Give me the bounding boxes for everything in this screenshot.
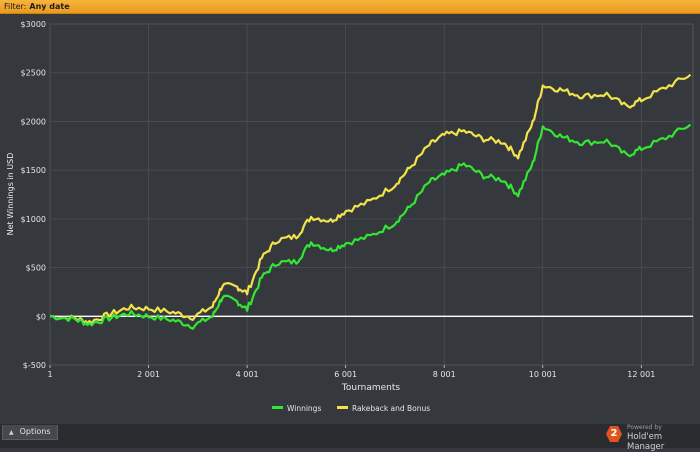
powered-by-text: Powered by [627,424,662,431]
hem-badge-icon: 2 [606,426,622,442]
triangle-up-icon: ▲ [9,429,14,436]
options-label: Options [19,427,51,436]
y-tick-label: $2000 [21,117,46,126]
x-tick-label: 10 001 [529,370,557,379]
y-tick-label: $3000 [21,20,46,29]
filter-label: Filter: [4,2,27,11]
x-tick-label: 12 001 [627,370,655,379]
legend-swatch [337,406,348,409]
brand-name: Hold'em Manager [627,432,665,452]
series-line-winnings [50,123,692,330]
x-axis-label: Tournaments [341,383,400,393]
x-tick-label: 8 001 [433,370,456,379]
holdem-manager-logo: 2 Powered by Hold'em Manager [606,424,698,452]
net-winnings-chart: $-500$0$500$1000$1500$2000$2500$3000 12 … [6,20,694,413]
filter-bar[interactable]: Filter: Any date [0,0,700,14]
x-tick-label: 2 001 [137,370,160,379]
chart-area: $-500 $0 $500 $1000 $1500 $2000 $2500 $3000 12 … [0,14,700,424]
options-toggle-button[interactable]: ▲ Options [2,425,58,440]
y-tick-label: $500 [26,264,46,273]
y-tick-label: $-500 [23,361,46,370]
y-tick-label: $0 [36,312,46,321]
legend-entry: Winnings [287,404,321,413]
y-axis-label: Net Winnings in USD [6,153,15,236]
filter-value: Any date [29,2,70,11]
y-tick-label: $2500 [21,69,46,78]
y-axis-ticks: $-500 $0 $500 $1000 $1500 $2000 $2500 $3000 [21,20,46,370]
x-tick-label: 1 [47,370,52,379]
x-axis-ticks: 12 001 4 001 6 001 8 001 10 001 12 001 [47,365,655,379]
x-tick-label: 6 001 [334,370,357,379]
series-lines [49,73,692,330]
legend-entry: Rakeback and Bonus [352,404,430,413]
y-tick-label: $1000 [21,215,46,224]
y-tick-label: $1500 [21,166,46,175]
legend: Winnings Rakeback and Bonus [272,404,430,413]
legend-swatch [272,406,283,409]
bottom-bar: ▲ Options 2 Powered by Hold'em Manager [0,424,700,452]
x-tick-label: 4 001 [236,370,259,379]
series-line-rakeback-and-bonus [49,73,692,325]
